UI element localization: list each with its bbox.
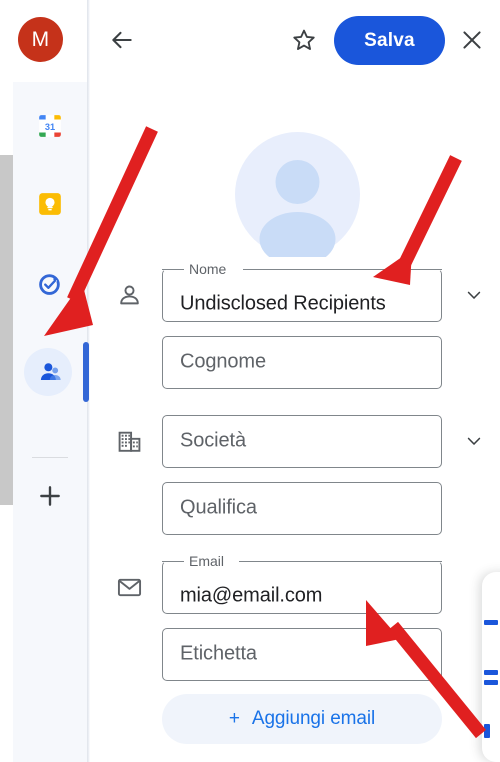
calendar-icon: 31 [39, 115, 61, 137]
nome-field[interactable]: Nome Undisclosed Recipients [162, 260, 442, 322]
sidebar-item-contacts[interactable] [24, 348, 74, 396]
nome-value: Undisclosed Recipients [180, 292, 386, 314]
sidebar-add-button[interactable] [26, 472, 74, 520]
form-row-etichetta: Etichetta [90, 627, 500, 681]
email-label: Email [185, 552, 229, 569]
email-field[interactable]: Email mia@email.com [162, 552, 442, 614]
chevron-down-icon [467, 291, 481, 299]
save-button[interactable]: Salva [334, 16, 445, 65]
chevron-down-icon [467, 437, 481, 445]
svg-text:31: 31 [45, 122, 55, 132]
peek-item-2 [484, 670, 498, 675]
sidebar-item-tasks[interactable] [26, 260, 74, 308]
contacts-person-icon [40, 363, 61, 381]
cognome-placeholder: Cognome [180, 350, 267, 373]
peek-item-3 [484, 680, 498, 685]
back-button[interactable] [100, 18, 144, 62]
nome-notch [243, 268, 442, 270]
right-peek-panel[interactable] [482, 572, 500, 762]
etichetta-placeholder: Etichetta [180, 642, 257, 665]
sidebar-item-calendar[interactable]: 31 [26, 102, 74, 150]
tasks-icon [39, 274, 60, 295]
envelope-icon [115, 573, 143, 601]
qualifica-field[interactable]: Qualifica [162, 481, 442, 535]
favorite-star-button[interactable] [282, 18, 326, 62]
sidebar-item-keep[interactable] [26, 180, 74, 228]
account-avatar[interactable]: M [18, 17, 63, 62]
form-row-add-email: + Aggiungi email [90, 694, 500, 744]
qualifica-placeholder: Qualifica [180, 496, 257, 519]
societa-field[interactable]: Società [162, 414, 442, 468]
editor-toolbar: Salva [90, 0, 500, 80]
nome-label: Nome [185, 260, 231, 277]
contact-form: Nome Undisclosed Recipients Cognome Soci… [90, 260, 500, 757]
contact-editor-panel: Salva Nome Undisclosed Recipients Cognom… [90, 0, 500, 762]
envelope-outline-icon [117, 578, 141, 596]
cognome-field[interactable]: Cognome [162, 335, 442, 389]
add-email-label: Aggiungi email [251, 708, 376, 729]
contacts-edit-screen: M 31 Salva Nome Undisclosed Recipients C… [0, 0, 500, 762]
page-scrollbar-track[interactable] [0, 0, 14, 762]
etichetta-field[interactable]: Etichetta [162, 627, 442, 681]
building-outline-icon [118, 431, 140, 452]
societa-placeholder: Società [180, 429, 247, 452]
email-value: mia@email.com [180, 584, 323, 606]
add-email-button[interactable]: + Aggiungi email [162, 694, 442, 744]
form-row-qualifica: Qualifica [90, 481, 500, 535]
contact-photo[interactable] [235, 132, 360, 266]
close-icon [463, 31, 481, 49]
societa-expand-chevron[interactable] [462, 431, 486, 451]
page-scrollbar-thumb[interactable] [0, 155, 14, 505]
form-row-email: Email mia@email.com [90, 552, 500, 614]
sidebar-divider [32, 457, 68, 458]
person-icon [115, 281, 143, 309]
add-email-plus-icon: + [228, 708, 240, 729]
contact-photo-placeholder-icon [235, 132, 360, 266]
form-row-societa: Società [90, 414, 500, 468]
star-icon [293, 29, 315, 50]
email-notch [239, 560, 442, 562]
peek-item-4 [484, 724, 490, 738]
plus-icon [40, 486, 60, 506]
form-row-cognome: Cognome [90, 335, 500, 389]
arrow-left-icon [112, 31, 132, 49]
sidebar-active-indicator [83, 342, 89, 402]
nome-expand-chevron[interactable] [462, 285, 486, 305]
peek-item-1 [484, 620, 498, 625]
building-icon [115, 427, 143, 455]
close-button[interactable] [450, 18, 494, 62]
form-row-nome: Nome Undisclosed Recipients [90, 260, 500, 322]
person-outline-icon [119, 285, 139, 304]
keep-icon [39, 193, 61, 215]
